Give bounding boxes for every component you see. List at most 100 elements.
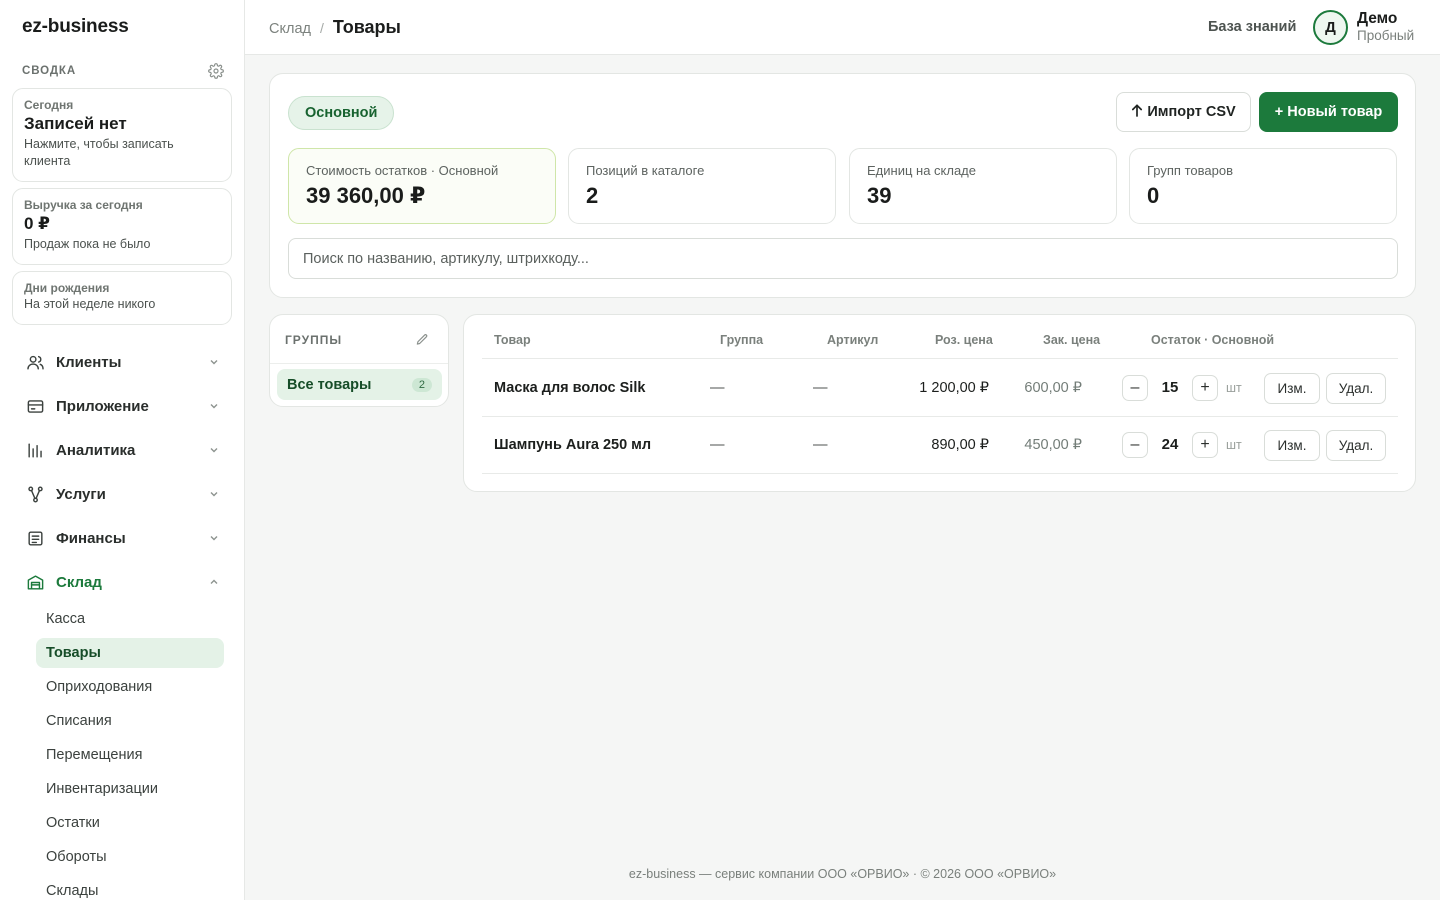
stat-catalog: Позиций в каталоге 2 [568, 148, 836, 224]
search-input[interactable] [288, 238, 1398, 279]
users-icon [25, 352, 45, 372]
nav-item-app[interactable]: Приложение [12, 384, 232, 428]
breadcrumb-parent[interactable]: Склад [269, 21, 311, 37]
group-item-all[interactable]: Все товары 2 [277, 369, 442, 400]
subnav-item-inventory[interactable]: Инвентаризации [36, 774, 224, 804]
stat-stock-value-value: 39 360,00 ₽ [306, 183, 426, 208]
group-count-badge: 2 [411, 377, 432, 392]
groups-title: ГРУППЫ [285, 333, 343, 347]
stat-groups: Групп товаров 0 [1129, 148, 1397, 224]
subnav-item-receipts[interactable]: Оприходования [36, 672, 224, 702]
column-header-stock[interactable]: Остаток · Основной [1151, 333, 1274, 347]
product-purchase-price: 600,00 ₽ [1024, 380, 1082, 396]
table-header: Товар Группа Артикул Роз. цена Зак. цена… [482, 333, 1398, 359]
column-header-retail-price[interactable]: Роз. цена [935, 333, 993, 347]
stat-stock-value: Стоимость остатков · Основной 39 360,00 … [288, 148, 556, 224]
breadcrumb-separator: / [319, 20, 324, 36]
nav-label-finance: Финансы [56, 529, 126, 547]
summary-title: СВОДКА [22, 64, 77, 77]
brand-logo[interactable]: ez-business [22, 16, 129, 38]
chevron-down-icon [208, 400, 220, 412]
stat-units-label: Единиц на складе [867, 163, 977, 178]
gear-icon[interactable] [207, 62, 224, 79]
chevron-down-icon [208, 444, 220, 456]
increase-qty-button[interactable]: + [1192, 432, 1218, 458]
birthdays-card[interactable]: Дни рождения На этой неделе никого [12, 271, 232, 325]
delete-button[interactable]: Удал. [1326, 373, 1386, 404]
column-header-purchase-price[interactable]: Зак. цена [1043, 333, 1100, 347]
warehouse-selector[interactable]: Основной [288, 96, 395, 130]
product-group: — [710, 380, 725, 396]
chevron-down-icon [208, 488, 220, 500]
product-name[interactable]: Маска для волос Silk [494, 380, 645, 396]
stat-catalog-value: 2 [586, 183, 599, 208]
table-row: Маска для волос Silk — — 1 200,00 ₽ 600,… [482, 360, 1398, 417]
user-name[interactable]: Демо [1357, 10, 1397, 28]
avatar[interactable]: Д [1313, 10, 1348, 45]
birthdays-label: Дни рождения [24, 281, 110, 295]
footer: ez-business — сервис компании ООО «ОРВИО… [628, 867, 1057, 881]
stat-units: Единиц на складе 39 [849, 148, 1117, 224]
subnav-item-transfers[interactable]: Перемещения [36, 740, 224, 770]
nav-item-finance[interactable]: Финансы [12, 516, 232, 560]
subnav-item-writeoffs[interactable]: Списания [36, 706, 224, 736]
product-name[interactable]: Шампунь Aura 250 мл [494, 437, 651, 453]
edit-button[interactable]: Изм. [1264, 430, 1320, 461]
birthdays-hint: На этой неделе никого [24, 297, 156, 311]
receipt-icon [25, 528, 45, 548]
subnav-item-products[interactable]: Товары [36, 638, 224, 668]
nav-item-clients[interactable]: Клиенты [12, 340, 232, 384]
column-header-group[interactable]: Группа [720, 333, 763, 347]
column-header-product[interactable]: Товар [494, 333, 531, 347]
nav-item-warehouse[interactable]: Склад [12, 560, 232, 604]
product-retail-price: 890,00 ₽ [931, 437, 989, 453]
chevron-down-icon [208, 532, 220, 544]
today-hint: Нажмите, чтобы записать клиента [24, 137, 174, 168]
stat-groups-label: Групп товаров [1147, 163, 1233, 178]
page-title: Товары [332, 17, 401, 37]
nav-label-services: Услуги [56, 485, 106, 503]
import-csv-button[interactable]: Импорт CSV [1116, 92, 1251, 132]
subnav-item-stock[interactable]: Остатки [36, 808, 224, 838]
subnav-item-turnover[interactable]: Обороты [36, 842, 224, 872]
today-appointments-card[interactable]: Сегодня Записей нет Нажмите, чтобы запис… [12, 88, 232, 182]
chevron-up-icon [208, 576, 220, 588]
revenue-label: Выручка за сегодня [24, 198, 143, 212]
import-csv-label: Импорт CSV [1147, 104, 1236, 120]
product-group: — [710, 437, 725, 453]
nav-label-app: Приложение [56, 397, 149, 415]
subnav-item-cash[interactable]: Касса [36, 604, 224, 634]
increase-qty-button[interactable]: + [1192, 375, 1218, 401]
user-plan: Пробный [1357, 28, 1415, 43]
summary-header: СВОДКА [22, 62, 224, 79]
warehouse-subnav: Касса Товары Оприходования Списания Пере… [12, 604, 232, 900]
stat-groups-value: 0 [1147, 183, 1160, 208]
revenue-value: 0 ₽ [24, 214, 51, 233]
stock-qty: 15 [1161, 379, 1179, 396]
stat-units-value: 39 [867, 183, 892, 208]
product-article: — [813, 380, 828, 396]
table-row: Шампунь Aura 250 мл — — 890,00 ₽ 450,00 … [482, 417, 1398, 474]
chevron-down-icon [208, 356, 220, 368]
topbar: Склад / Товары База знаний Д Демо Пробны… [245, 0, 1440, 55]
today-label: Сегодня [24, 98, 74, 112]
edit-button[interactable]: Изм. [1264, 373, 1320, 404]
arrow-up-icon [1131, 103, 1143, 121]
revenue-card[interactable]: Выручка за сегодня 0 ₽ Продаж пока не бы… [12, 188, 232, 265]
decrease-qty-button[interactable]: – [1122, 375, 1148, 401]
knowledge-base-link[interactable]: База знаний [1208, 19, 1296, 35]
products-summary-panel: Основной Импорт CSV + Новый товар Стоимо… [269, 73, 1416, 298]
revenue-hint: Продаж пока не было [24, 237, 151, 251]
nav-item-analytics[interactable]: Аналитика [12, 428, 232, 472]
subnav-item-warehouses[interactable]: Склады [36, 876, 224, 900]
decrease-qty-button[interactable]: – [1122, 432, 1148, 458]
new-product-button[interactable]: + Новый товар [1259, 92, 1398, 132]
product-article: — [813, 437, 828, 453]
column-header-article[interactable]: Артикул [827, 333, 878, 347]
sidebar: ez-business СВОДКА Сегодня Записей нет Н… [0, 0, 245, 900]
pencil-icon[interactable] [413, 331, 431, 349]
main-nav: Клиенты Приложение Аналитика Услуги Фина… [12, 340, 232, 900]
card-icon [25, 396, 45, 416]
delete-button[interactable]: Удал. [1326, 430, 1386, 461]
nav-item-services[interactable]: Услуги [12, 472, 232, 516]
